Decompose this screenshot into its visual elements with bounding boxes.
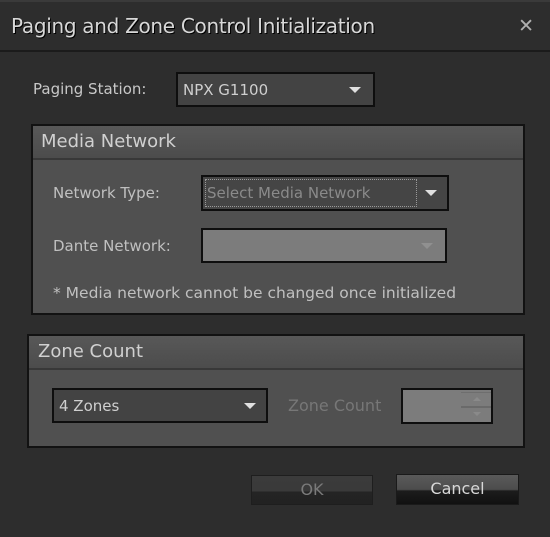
- chevron-down-icon: [425, 190, 437, 196]
- spinner-up-button[interactable]: [461, 392, 491, 407]
- title-bar[interactable]: Paging and Zone Control Initialization ✕: [0, 0, 550, 50]
- chevron-down-icon: [473, 412, 481, 416]
- ok-button[interactable]: OK: [251, 475, 373, 505]
- network-type-label: Network Type:: [53, 184, 160, 202]
- chevron-down-icon: [244, 402, 256, 409]
- zone-count-spinner[interactable]: [401, 388, 493, 424]
- paging-station-value: NPX G1100: [183, 80, 269, 99]
- dante-network-dropdown[interactable]: [201, 228, 447, 263]
- paging-station-label: Paging Station:: [33, 80, 147, 98]
- zone-count-heading: Zone Count: [38, 341, 144, 362]
- zone-count-header: Zone Count: [29, 336, 523, 370]
- chevron-down-icon: [349, 86, 361, 93]
- network-type-dropdown[interactable]: Select Media Network: [201, 175, 449, 211]
- media-network-note: * Media network cannot be changed once i…: [53, 284, 457, 302]
- spinner-down-button[interactable]: [461, 406, 491, 422]
- dante-network-label: Dante Network:: [53, 237, 171, 255]
- cancel-button[interactable]: Cancel: [396, 474, 519, 505]
- chevron-up-icon: [473, 397, 481, 401]
- zone-count-dropdown[interactable]: 4 Zones: [52, 388, 268, 423]
- dialog-title: Paging and Zone Control Initialization: [11, 14, 375, 38]
- chevron-down-icon: [421, 242, 433, 249]
- zone-count-group: Zone Count 4 Zones Zone Count: [27, 334, 525, 448]
- media-network-group: Media Network Network Type: Select Media…: [31, 124, 525, 315]
- network-type-value: Select Media Network: [207, 184, 371, 202]
- paging-station-dropdown[interactable]: NPX G1100: [176, 72, 375, 107]
- media-network-header: Media Network: [33, 126, 523, 160]
- media-network-heading: Media Network: [41, 131, 176, 152]
- zone-count-value: 4 Zones: [59, 396, 120, 415]
- title-separator: [0, 50, 550, 52]
- close-icon[interactable]: ✕: [518, 15, 534, 37]
- zone-count-spinner-label: Zone Count: [288, 396, 382, 415]
